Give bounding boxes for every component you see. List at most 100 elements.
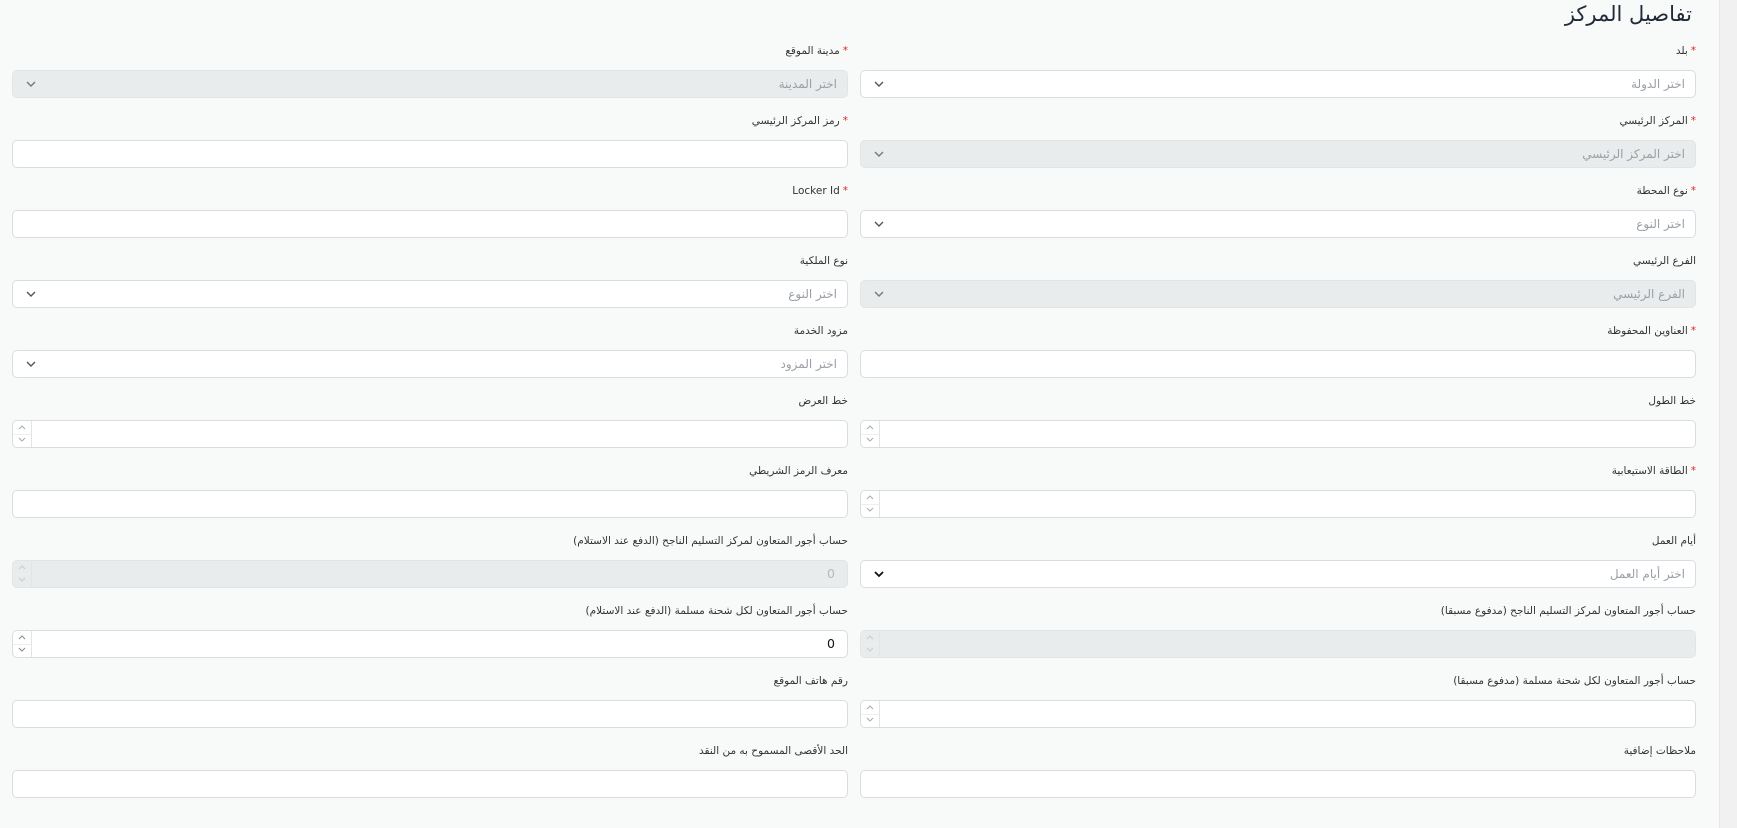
working-days-field: أيام العمل اختر أيام العمل <box>860 534 1696 596</box>
country-label: بلد <box>1675 45 1688 57</box>
max-cash-input[interactable] <box>12 770 848 798</box>
locker-id-input[interactable] <box>12 210 848 238</box>
ownership-type-label: نوع الملكية <box>799 255 848 267</box>
increment-button[interactable] <box>861 421 879 435</box>
number-stepper <box>861 421 880 447</box>
decrement-button[interactable] <box>861 434 879 447</box>
saved-addresses-field: *العناوين المحفوظة <box>860 324 1696 386</box>
country-select[interactable]: اختر الدولة <box>860 70 1696 98</box>
city-select[interactable]: اختر المدينة <box>12 70 848 98</box>
notes-label: ملاحظات إضافية <box>1623 745 1696 757</box>
notes-input[interactable] <box>860 770 1696 798</box>
required-marker: * <box>1690 325 1696 337</box>
notes-field: ملاحظات إضافية <box>860 744 1696 806</box>
barcode-id-label: معرف الرمز الشريطي <box>749 465 848 477</box>
main-branch-select[interactable]: الفرع الرئيسي <box>860 280 1696 308</box>
working-days-label: أيام العمل <box>1651 535 1696 547</box>
city-label: مدينة الموقع <box>785 45 840 57</box>
phone-input[interactable] <box>12 700 848 728</box>
station-type-placeholder: اختر النوع <box>1636 217 1685 231</box>
chevron-down-icon <box>24 77 38 91</box>
barcode-id-input[interactable] <box>12 490 848 518</box>
fee-prepaid-shipment-field: حساب أجور المتعاون لكل شحنة مسلمة (مدفوع… <box>860 674 1696 736</box>
decrement-button[interactable] <box>13 574 31 587</box>
increment-button[interactable] <box>13 561 31 575</box>
increment-button[interactable] <box>861 701 879 715</box>
main-center-field: *المركز الرئيسي اختر المركز الرئيسي <box>860 114 1696 176</box>
service-provider-select[interactable]: اختر المزود <box>12 350 848 378</box>
fee-cod-shipment-input[interactable]: 0 <box>12 630 848 658</box>
max-cash-label: الحد الأقصى المسموح به من النقد <box>699 745 848 757</box>
fee-prepaid-center-input[interactable] <box>860 630 1696 658</box>
max-cash-field: الحد الأقصى المسموح به من النقد <box>12 744 848 806</box>
main-center-code-input[interactable] <box>12 140 848 168</box>
phone-field: رقم هاتف الموقع <box>12 674 848 736</box>
fee-cod-shipment-label: حساب أجور المتعاون لكل شحنة مسلمة (الدفع… <box>585 605 848 617</box>
required-marker: * <box>1690 185 1696 197</box>
ownership-type-select[interactable]: اختر النوع <box>12 280 848 308</box>
main-center-placeholder: اختر المركز الرئيسي <box>1582 147 1685 161</box>
number-stepper <box>13 561 32 587</box>
fee-prepaid-center-field: حساب أجور المتعاون لمركز التسليم الناجح … <box>860 604 1696 666</box>
latitude-label: خط العرض <box>798 395 848 407</box>
country-field: *بلد اختر الدولة <box>860 44 1696 106</box>
longitude-label: خط الطول <box>1648 395 1696 407</box>
main-center-select[interactable]: اختر المركز الرئيسي <box>860 140 1696 168</box>
fee-cod-center-input[interactable]: 0 <box>12 560 848 588</box>
city-field: *مدينة الموقع اختر المدينة <box>12 44 848 106</box>
station-type-select[interactable]: اختر النوع <box>860 210 1696 238</box>
ownership-type-field: نوع الملكية اختر النوع <box>12 254 848 316</box>
decrement-button[interactable] <box>13 644 31 657</box>
page-scrollbar[interactable] <box>1719 0 1737 828</box>
longitude-field: خط الطول <box>860 394 1696 456</box>
chevron-down-icon <box>24 357 38 371</box>
working-days-select[interactable]: اختر أيام العمل <box>860 560 1696 588</box>
required-marker: * <box>842 115 848 127</box>
increment-button[interactable] <box>861 631 879 645</box>
locker-id-label: Locker Id <box>792 185 840 197</box>
required-marker: * <box>842 185 848 197</box>
decrement-button[interactable] <box>13 434 31 447</box>
service-provider-field: مزود الخدمة اختر المزود <box>12 324 848 386</box>
city-placeholder: اختر المدينة <box>778 77 837 91</box>
increment-button[interactable] <box>13 421 31 435</box>
required-marker: * <box>842 45 848 57</box>
working-days-placeholder: اختر أيام العمل <box>1609 567 1685 581</box>
required-marker: * <box>1690 465 1696 477</box>
fee-prepaid-shipment-label: حساب أجور المتعاون لكل شحنة مسلمة (مدفوع… <box>1453 675 1696 687</box>
number-stepper <box>13 631 32 657</box>
longitude-input[interactable] <box>860 420 1696 448</box>
number-stepper <box>861 491 880 517</box>
locker-id-field: *Locker Id <box>12 184 848 246</box>
barcode-id-field: معرف الرمز الشريطي <box>12 464 848 526</box>
station-type-label: نوع المحطة <box>1636 185 1688 197</box>
required-marker: * <box>1690 45 1696 57</box>
decrement-button[interactable] <box>861 714 879 727</box>
saved-addresses-input[interactable] <box>860 350 1696 378</box>
main-center-label: المركز الرئيسي <box>1619 115 1688 127</box>
fee-cod-shipment-field: حساب أجور المتعاون لكل شحنة مسلمة (الدفع… <box>12 604 848 666</box>
phone-label: رقم هاتف الموقع <box>773 675 849 687</box>
service-provider-label: مزود الخدمة <box>793 325 848 337</box>
required-marker: * <box>1690 115 1696 127</box>
page-title: تفاصيل المركز <box>1564 2 1692 26</box>
increment-button[interactable] <box>13 631 31 645</box>
latitude-input[interactable] <box>12 420 848 448</box>
station-type-field: *نوع المحطة اختر النوع <box>860 184 1696 246</box>
decrement-button[interactable] <box>861 644 879 657</box>
number-stepper <box>861 631 880 657</box>
fee-cod-center-value: 0 <box>827 566 835 581</box>
chevron-down-icon <box>872 567 886 581</box>
fee-prepaid-shipment-input[interactable] <box>860 700 1696 728</box>
latitude-field: خط العرض <box>12 394 848 456</box>
increment-button[interactable] <box>861 491 879 505</box>
ownership-type-placeholder: اختر النوع <box>788 287 837 301</box>
decrement-button[interactable] <box>861 504 879 517</box>
capacity-label: الطاقة الاستيعابية <box>1611 465 1688 477</box>
main-center-code-field: *رمز المركز الرئيسي <box>12 114 848 176</box>
fee-cod-center-label: حساب أجور المتعاون لمركز التسليم الناجح … <box>573 535 848 547</box>
number-stepper <box>13 421 32 447</box>
fee-cod-center-field: حساب أجور المتعاون لمركز التسليم الناجح … <box>12 534 848 596</box>
capacity-input[interactable] <box>860 490 1696 518</box>
chevron-down-icon <box>24 287 38 301</box>
